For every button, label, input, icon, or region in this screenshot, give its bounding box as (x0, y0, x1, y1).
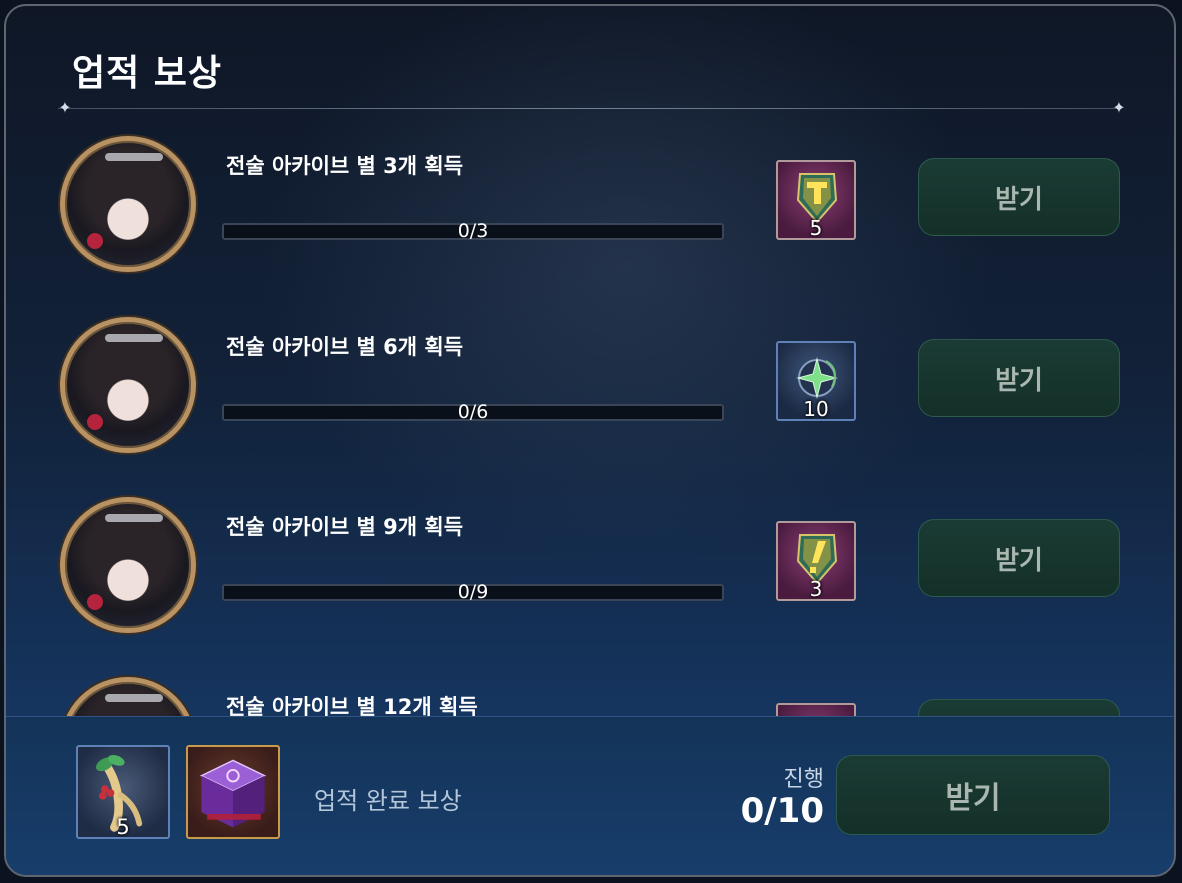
progress-text: 0/6 (457, 401, 489, 423)
achievement-reward-panel: 업적 보상 ✦ ✦ 전술 아카이브 별 3개 획득 0/3 5 받기 전술 아카… (4, 4, 1176, 877)
reward-quantity: 5 (809, 216, 823, 240)
progress-bar: 0/3 (222, 220, 724, 242)
progress-value: 0/10 (740, 791, 824, 831)
reward-quantity: 10 (803, 397, 829, 421)
achievement-title: 전술 아카이브 별 9개 획득 (226, 515, 464, 539)
completion-reward-label: 업적 완료 보상 (314, 787, 462, 815)
character-avatar (60, 317, 196, 453)
claim-button[interactable]: 받기 (918, 519, 1120, 597)
character-avatar (60, 136, 196, 272)
achievement-row: 전술 아카이브 별 6개 획득 0/6 10 받기 (6, 317, 1174, 497)
panel-title: 업적 보상 (72, 53, 223, 94)
footer-reward-item[interactable]: 5 (76, 745, 170, 839)
claim-button[interactable]: 받기 (918, 339, 1120, 417)
sparkle-right-icon: ✦ (1112, 98, 1126, 117)
character-avatar (60, 497, 196, 633)
claim-button[interactable]: 받기 (918, 158, 1120, 236)
title-divider (58, 108, 1122, 109)
achievement-title: 전술 아카이브 별 3개 획득 (226, 154, 464, 178)
achievement-row: 전술 아카이브 별 9개 획득 0/9 3 받기 (6, 497, 1174, 677)
reward-quantity: 5 (116, 815, 130, 839)
completion-claim-button[interactable]: 받기 (836, 755, 1110, 835)
reward-item[interactable]: 3 (776, 521, 856, 601)
reward-item[interactable]: 5 (776, 160, 856, 240)
progress-bar: 0/6 (222, 401, 724, 423)
achievement-title: 전술 아카이브 별 6개 획득 (226, 335, 464, 359)
progress-text: 0/9 (457, 581, 489, 603)
reward-quantity: 3 (809, 577, 823, 601)
progress-bar: 0/9 (222, 581, 724, 603)
purple-treasure-box-icon (199, 759, 267, 828)
reward-item[interactable]: 10 (776, 341, 856, 421)
progress-text: 0/3 (457, 220, 489, 242)
achievement-row: 전술 아카이브 별 3개 획득 0/3 5 받기 (6, 136, 1174, 316)
footer-reward-item[interactable] (186, 745, 280, 839)
progress-label: 진행 (783, 767, 824, 792)
completion-reward-footer: 5 업적 완료 보상 진행 0/10 받기 (6, 716, 1174, 875)
